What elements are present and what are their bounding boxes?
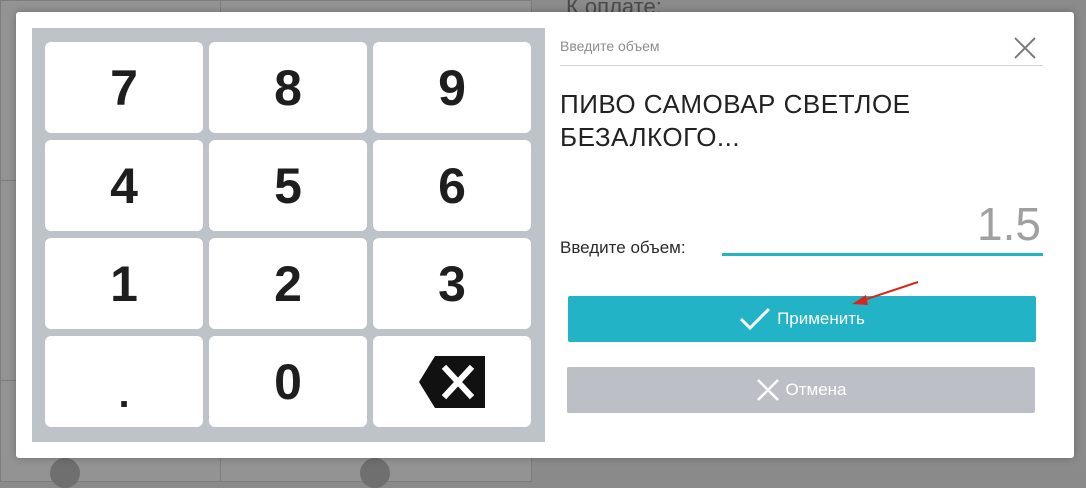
key-1[interactable]: 1 — [45, 238, 203, 329]
background-circle — [360, 458, 390, 488]
annotation-arrow-icon — [852, 281, 919, 305]
volume-form: Введите объем ПИВО САМОВАР СВЕТЛОЕ БЕЗАЛ… — [560, 12, 1043, 458]
key-7[interactable]: 7 — [45, 42, 203, 133]
key-3[interactable]: 3 — [373, 238, 531, 329]
cancel-button-label: Отмена — [785, 380, 847, 399]
key-backspace[interactable] — [373, 336, 531, 427]
key-6[interactable]: 6 — [373, 140, 531, 231]
hint-underline — [560, 65, 1043, 66]
volume-dialog: 7 8 9 4 5 6 1 2 3 . 0 Введите объем ПИВО… — [16, 12, 1074, 458]
close-icon — [1014, 37, 1036, 59]
key-8[interactable]: 8 — [209, 42, 367, 133]
apply-button[interactable]: Применить — [568, 296, 1036, 342]
close-button[interactable] — [1011, 34, 1039, 62]
key-4[interactable]: 4 — [45, 140, 203, 231]
background-circle — [50, 458, 80, 488]
key-0[interactable]: 0 — [209, 336, 367, 427]
cancel-button[interactable]: Отмена — [567, 367, 1035, 413]
backspace-icon — [419, 355, 485, 408]
product-name: ПИВО САМОВАР СВЕТЛОЕ БЕЗАЛКОГО... — [560, 89, 911, 152]
cross-icon — [756, 379, 779, 401]
key-9[interactable]: 9 — [373, 42, 531, 133]
key-5[interactable]: 5 — [209, 140, 367, 231]
numeric-keypad: 7 8 9 4 5 6 1 2 3 . 0 — [32, 28, 545, 442]
field-hint: Введите объем — [560, 38, 660, 54]
key-decimal-point[interactable]: . — [45, 336, 203, 427]
checkmark-icon — [740, 307, 771, 331]
volume-label: Введите объем: — [560, 238, 686, 257]
key-2[interactable]: 2 — [209, 238, 367, 329]
volume-input[interactable] — [722, 194, 1043, 256]
